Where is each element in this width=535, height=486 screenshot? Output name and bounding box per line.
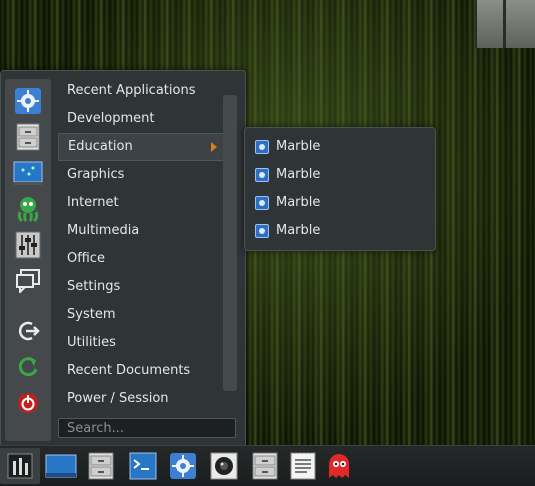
category-development[interactable]: Development <box>58 105 226 133</box>
category-recent-documents[interactable]: Recent Documents <box>58 357 226 385</box>
category-multimedia[interactable]: Multimedia <box>58 217 226 245</box>
category-internet[interactable]: Internet <box>58 189 226 217</box>
category-settings[interactable]: Settings <box>58 273 226 301</box>
submenu-item-marble[interactable]: Marble <box>255 133 320 161</box>
settings-gear-icon[interactable] <box>166 450 200 482</box>
desktop-icon[interactable] <box>44 450 78 482</box>
category-office[interactable]: Office <box>58 245 226 273</box>
marble-globe-icon <box>255 224 269 238</box>
desktop-background-window <box>475 0 535 48</box>
camera-icon[interactable] <box>207 450 241 482</box>
category-utilities[interactable]: Utilities <box>58 329 226 357</box>
category-graphics[interactable]: Graphics <box>58 161 226 189</box>
start-menu-icon <box>7 453 33 479</box>
application-menu: Recent Applications Development Educatio… <box>0 70 246 448</box>
category-scrollbar[interactable] <box>223 95 237 391</box>
submenu-item-marble[interactable]: Marble <box>255 217 320 245</box>
text-editor-icon[interactable] <box>286 450 320 482</box>
marble-globe-icon <box>255 196 269 210</box>
submenu-arrow-icon <box>211 142 217 152</box>
category-system[interactable]: System <box>58 301 226 329</box>
shutdown-icon[interactable] <box>13 389 43 417</box>
restart-icon[interactable] <box>13 353 43 381</box>
file-cabinet-icon[interactable] <box>13 123 43 151</box>
mixer-icon[interactable] <box>13 231 43 259</box>
desktop-display-icon[interactable] <box>13 159 43 187</box>
category-power-session[interactable]: Power / Session <box>58 385 226 413</box>
start-menu-button[interactable] <box>0 448 40 484</box>
category-education[interactable]: Education <box>58 133 226 161</box>
favorites-column <box>5 79 51 441</box>
ghost-icon[interactable] <box>322 450 356 482</box>
file-cabinet-icon[interactable] <box>248 450 282 482</box>
marble-globe-icon <box>255 168 269 182</box>
marble-globe-icon <box>255 140 269 154</box>
category-list: Recent Applications Development Educatio… <box>58 77 226 413</box>
submenu-item-marble[interactable]: Marble <box>255 161 320 189</box>
settings-gear-icon[interactable] <box>13 87 43 115</box>
search-input[interactable]: Search... <box>58 418 236 438</box>
octopus-icon[interactable] <box>13 195 43 223</box>
education-submenu: Marble Marble Marble Marble <box>244 127 436 251</box>
terminal-icon[interactable] <box>126 450 160 482</box>
logout-icon[interactable] <box>13 317 43 345</box>
chat-bubble-icon[interactable] <box>13 267 43 295</box>
submenu-item-marble[interactable]: Marble <box>255 189 320 217</box>
category-recent-applications[interactable]: Recent Applications <box>58 77 226 105</box>
file-cabinet-icon[interactable] <box>84 450 118 482</box>
taskbar <box>0 445 535 486</box>
